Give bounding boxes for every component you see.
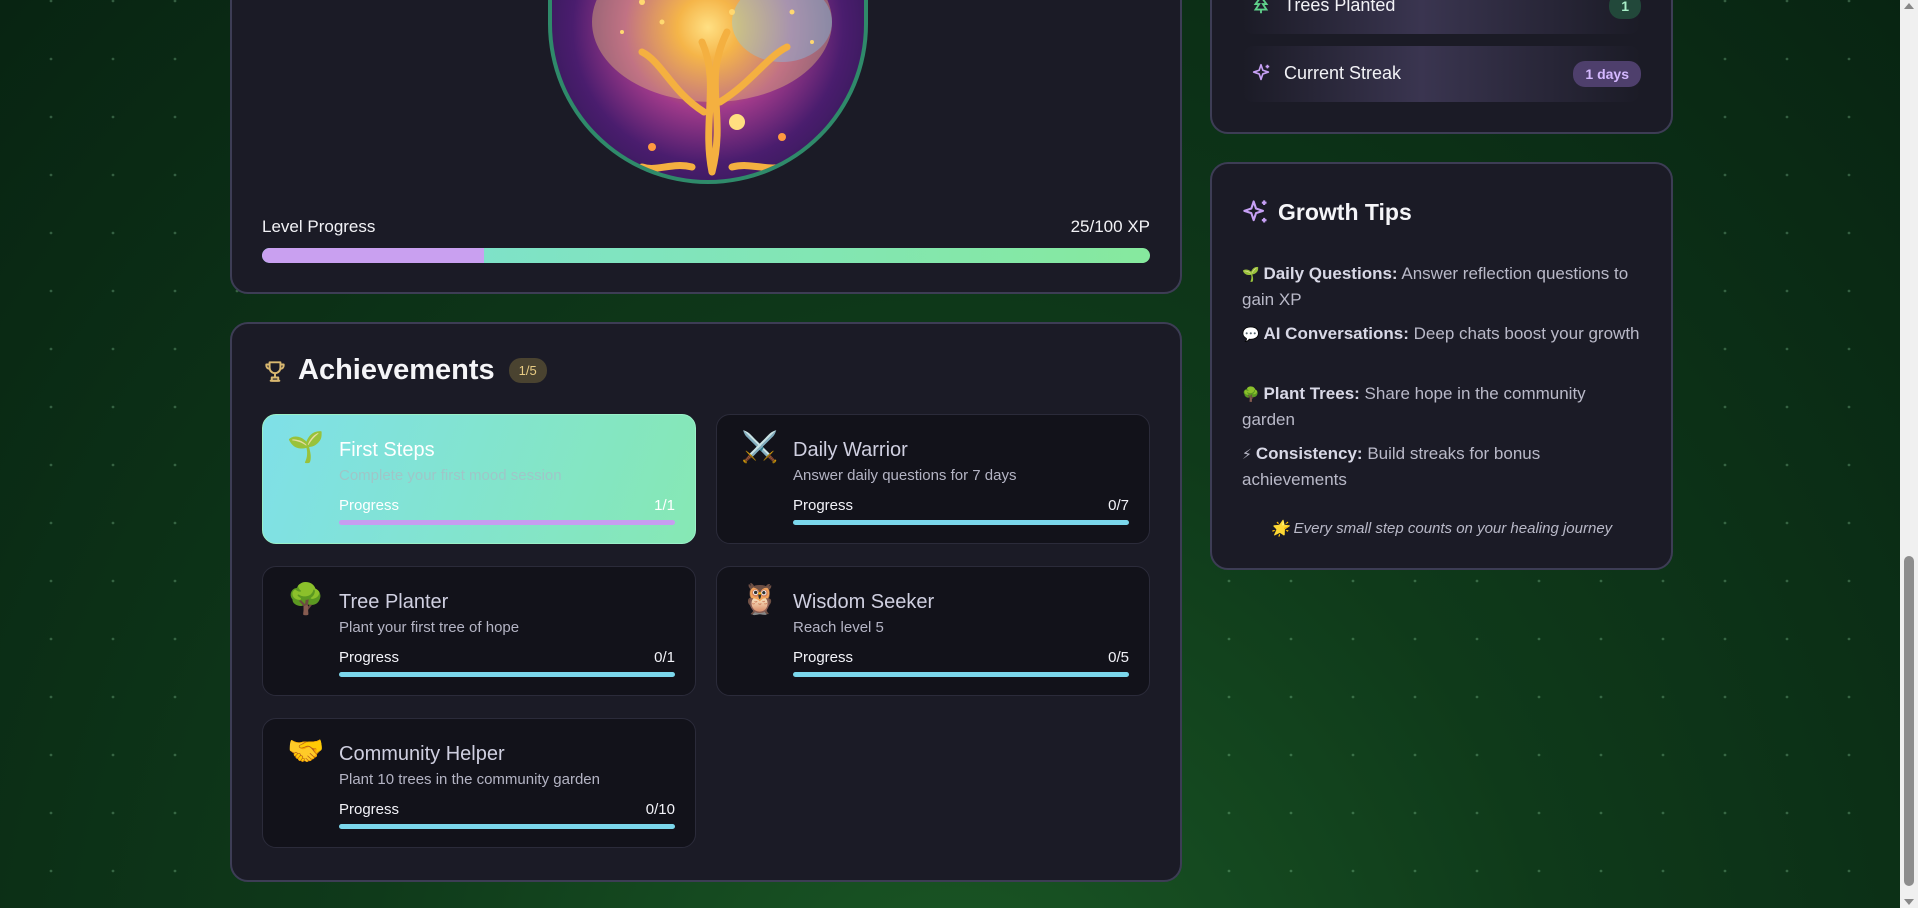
achievement-progress-bar — [793, 520, 1129, 525]
tip-item: ⚡ Consistency: Build streaks for bonus ac… — [1242, 441, 1642, 492]
level-progress-value: 25/100 XP — [1070, 217, 1150, 236]
stat-trees-planted: Trees Planted 1 — [1242, 0, 1641, 34]
page-scrollbar[interactable] — [1900, 0, 1918, 908]
achievement-progress-value: 0/7 — [1108, 497, 1129, 514]
scroll-down-arrow-icon[interactable] — [1904, 899, 1914, 905]
tip-item: 🌳 Plant Trees: Share hope in the communit… — [1242, 381, 1642, 432]
sparkles-icon — [1243, 200, 1267, 223]
achievement-progress-bar — [793, 672, 1129, 677]
achievement-progress-label: Progress — [339, 801, 400, 818]
level-progress-label: Level Progress — [262, 217, 376, 236]
achievement-description: Answer daily questions for 7 days — [793, 467, 1017, 484]
achievement-description: Plant your first tree of hope — [339, 619, 520, 636]
tip-item: 🌱 Daily Questions: Answer reflection ques… — [1242, 261, 1642, 312]
handshake-icon: 🤝 — [287, 735, 325, 768]
stat-badge: 1 days — [1573, 61, 1641, 87]
achievement-description: Plant 10 trees in the community garden — [339, 771, 600, 788]
level-progress-fill — [262, 248, 484, 263]
stats-panel: Trees Planted 1 Current Streak 1 days — [1210, 0, 1673, 134]
achievement-progress-value: 0/5 — [1108, 649, 1129, 666]
achievement-description: Reach level 5 — [793, 619, 884, 636]
achievement-progress-value: 0/10 — [645, 801, 675, 818]
crossed-swords-icon: ⚔️ — [741, 431, 779, 464]
tree-icon: 🌳 — [1242, 386, 1260, 402]
achievement-progress-bar — [339, 824, 675, 829]
lightning-icon: ⚡ — [1242, 446, 1252, 462]
stat-current-streak: Current Streak 1 days — [1242, 46, 1641, 102]
achievement-title: Tree Planter — [339, 591, 449, 613]
stat-label: Current Streak — [1284, 63, 1402, 83]
achievement-progress-value: 0/1 — [654, 649, 675, 666]
achievement-title: Wisdom Seeker — [793, 591, 935, 613]
growth-tips-title: Growth Tips — [1278, 198, 1412, 225]
scrollbar-thumb[interactable] — [1904, 556, 1914, 886]
achievements-panel: Achievements 1/5 🌱 First Steps Complete yo… — [230, 322, 1182, 882]
achievements-header: Achievements 1/5 — [262, 354, 547, 387]
tips-footer: 🌟 Every small step counts on your healin… — [1270, 520, 1613, 537]
scroll-up-arrow-icon[interactable] — [1904, 3, 1914, 9]
tip-title: Daily Questions: — [1263, 264, 1398, 283]
achievement-progress-label: Progress — [339, 649, 400, 666]
level-progress-bar — [262, 248, 1150, 263]
trophy-icon — [265, 360, 285, 382]
achievement-title: Daily Warrior — [793, 439, 908, 461]
achievement-progress-bar — [339, 520, 675, 525]
tip-item: 💬 AI Conversations: Deep chats boost your… — [1242, 321, 1642, 347]
sparkles-icon — [1252, 63, 1270, 81]
achievements-count-badge: 1/5 — [508, 358, 547, 383]
speech-bubble-icon: 💬 — [1242, 326, 1260, 342]
achievement-card[interactable]: 🌳 Tree Planter Plant your first tree of ho… — [262, 566, 696, 696]
owl-icon: 🦉 — [741, 583, 779, 616]
achievements-title: Achievements — [298, 354, 495, 386]
tip-title: AI Conversations: — [1263, 324, 1409, 343]
achievement-title: Community Helper — [339, 743, 505, 765]
achievement-card[interactable]: 🌱 First Steps Complete your first mood ses… — [262, 414, 696, 544]
achievement-card[interactable]: ⚔️ Daily Warrior Answer daily questions fo… — [716, 414, 1150, 544]
tree-panel: Level Progress 25/100 XP — [230, 0, 1182, 294]
stat-label: Trees Planted — [1284, 0, 1396, 15]
achievement-description: Complete your first mood session — [339, 467, 562, 484]
achievement-progress-label: Progress — [339, 497, 400, 514]
tree-icon: 🌳 — [287, 583, 325, 616]
sprout-icon: 🌱 — [1242, 266, 1260, 282]
tree-of-life-image — [548, 0, 868, 184]
tree-icon — [1253, 0, 1269, 14]
tip-title: Consistency: — [1255, 444, 1363, 463]
achievement-progress-fill — [339, 520, 675, 525]
tip-text: Deep chats boost your growth — [1413, 324, 1640, 343]
achievement-card[interactable]: 🤝 Community Helper Plant 10 trees in the c… — [262, 718, 696, 848]
achievement-progress-value: 1/1 — [654, 497, 675, 514]
growth-tips-header: Growth Tips — [1242, 198, 1412, 226]
growth-tips-panel: Growth Tips 🌱 Daily Questions: Answer ref… — [1210, 162, 1673, 570]
achievement-progress-bar — [339, 672, 675, 677]
tip-title: Plant Trees: — [1263, 384, 1360, 403]
achievement-title: First Steps — [339, 439, 435, 461]
achievement-card[interactable]: 🦉 Wisdom Seeker Reach level 5 Progress 0/5 — [716, 566, 1150, 696]
sprout-icon: 🌱 — [287, 431, 325, 464]
stat-badge: 1 — [1609, 0, 1641, 19]
achievement-progress-label: Progress — [793, 497, 854, 514]
achievement-progress-label: Progress — [793, 649, 854, 666]
